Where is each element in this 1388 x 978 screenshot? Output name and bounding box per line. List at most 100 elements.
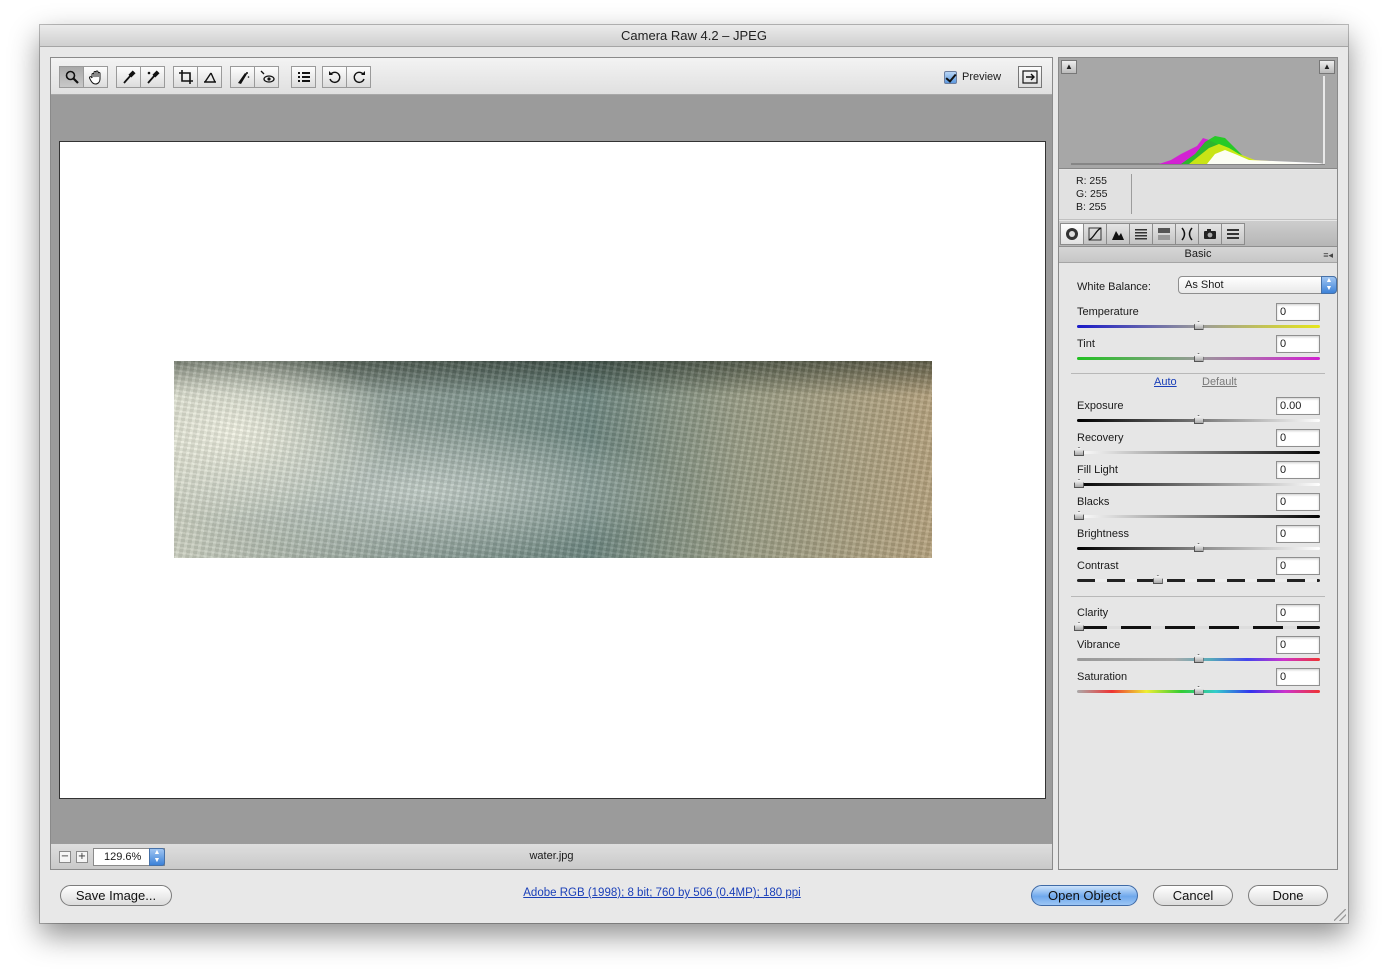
slider-track[interactable] [1077,483,1320,486]
basic-icon [1066,228,1078,240]
tab-tone-curve[interactable] [1083,223,1107,245]
slider-label: Fill Light [1077,464,1118,476]
tab-presets[interactable] [1221,223,1245,245]
slider-thumb[interactable] [1074,622,1084,631]
slider-value-field[interactable]: 0 [1276,668,1320,686]
tab-detail[interactable] [1106,223,1130,245]
divider [1071,596,1325,597]
resize-grip[interactable] [1334,909,1346,921]
preview-toggle[interactable]: Preview [944,68,1001,86]
tab-split-toning[interactable] [1152,223,1176,245]
done-button[interactable]: Done [1248,885,1328,906]
red-value: R: 255 [1076,175,1107,187]
slider-label: Saturation [1077,671,1128,683]
presets-icon [1227,229,1239,239]
rotate-right-button[interactable] [346,66,371,88]
white-balance-tool-button[interactable] [116,66,141,88]
slider-thumb[interactable] [1193,686,1204,695]
tab-lens[interactable] [1175,223,1199,245]
slider-label: Blacks [1077,496,1110,508]
slider-value-field[interactable]: 0.00 [1276,397,1320,415]
slider-value-field[interactable]: 0 [1276,429,1320,447]
retouch-icon [237,72,249,84]
slider-value-field[interactable]: 0 [1276,604,1320,622]
slider-value-field[interactable]: 0 [1276,303,1320,321]
auto-default-row: Auto Default [1059,376,1337,390]
straighten-icon [203,72,216,83]
slider-value-field[interactable]: 0 [1276,525,1320,543]
slider-track[interactable] [1077,579,1320,582]
camera-calibration-icon [1204,229,1216,239]
slider-thumb[interactable] [1074,447,1084,456]
slider-value-field[interactable]: 0 [1276,335,1320,353]
white-balance-row: White Balance: As Shot ▲ ▼ [1077,276,1337,296]
slider-thumb[interactable] [1193,543,1204,552]
image-statusbar: − + 129.6% ▲ ▼ water.jpg [51,843,1052,869]
blue-value: B: 255 [1076,201,1107,213]
slider-value-field[interactable]: 0 [1276,557,1320,575]
white-balance-icon [122,70,136,84]
slider-value-field[interactable]: 0 [1276,493,1320,511]
tab-camera-calibration[interactable] [1198,223,1222,245]
default-link[interactable]: Default [1202,376,1237,388]
slider-thumb[interactable] [1074,511,1084,520]
slider-label: Tint [1077,338,1095,350]
preferences-tool-button[interactable] [291,66,316,88]
auto-link[interactable]: Auto [1154,376,1177,388]
rotate-left-button[interactable] [322,66,347,88]
image-canvas[interactable] [59,141,1046,799]
hand-tool-button[interactable] [83,66,108,88]
retouch-tool-button[interactable] [230,66,255,88]
slider-thumb[interactable] [1193,415,1204,424]
white-balance-select[interactable]: As Shot ▲ ▼ [1178,276,1337,294]
tool-group-prefs [291,66,316,88]
slider-value-field[interactable]: 0 [1276,461,1320,479]
cancel-button[interactable]: Cancel [1153,885,1233,906]
tab-hsl[interactable] [1129,223,1153,245]
crop-tool-button[interactable] [173,66,198,88]
slider-row: Exposure 0.00 [1077,397,1320,429]
histogram-graph [1071,76,1325,165]
color-sampler-tool-button[interactable] [140,66,165,88]
slider-thumb[interactable] [1074,479,1084,488]
slider-value-field[interactable]: 0 [1276,636,1320,654]
slider-label: Exposure [1077,400,1124,412]
zoom-icon [65,70,79,84]
photo-preview[interactable] [174,361,932,558]
tool-group-sample [116,66,165,88]
slider-thumb[interactable] [1152,575,1163,584]
camera-raw-window: Camera Raw 4.2 – JPEG Preview − + 129.6%… [40,25,1348,923]
split-toning-icon [1158,228,1170,240]
zoom-tool-button[interactable] [59,66,84,88]
crop-icon [178,70,193,84]
slider-row: Brightness 0 [1077,525,1320,557]
slider-thumb[interactable] [1193,321,1204,330]
straighten-tool-button[interactable] [197,66,222,88]
image-filename: water.jpg [529,850,574,862]
tab-basic[interactable] [1060,223,1084,245]
slider-thumb[interactable] [1193,353,1204,362]
window-title: Camera Raw 4.2 – JPEG [40,25,1348,47]
slider-row: Vibrance 0 [1077,636,1320,668]
slider-row: Blacks 0 [1074,493,1320,525]
preview-checkbox[interactable] [944,70,957,84]
red-eye-tool-button[interactable] [254,66,279,88]
slider-track[interactable] [1077,626,1320,629]
panel-menu-icon[interactable]: ≡◂ [1323,248,1333,263]
slider-track[interactable] [1077,515,1320,518]
detail-icon [1112,231,1124,240]
panel-header: Basic ≡◂ [1059,247,1337,263]
readout-divider [1131,174,1132,214]
slider-label: Vibrance [1077,639,1121,651]
slider-row: Fill Light 0 [1074,461,1320,493]
slider-track[interactable] [1077,451,1320,454]
fullscreen-button[interactable] [1018,66,1042,88]
green-value: G: 255 [1076,188,1108,200]
slider-label: Temperature [1077,306,1139,318]
slider-thumb[interactable] [1193,654,1204,663]
rgb-readout: R: 255 G: 255 B: 255 [1059,170,1337,220]
panel-tabs [1059,221,1337,247]
open-object-button[interactable]: Open Object [1031,885,1138,906]
adjustments-pane: ▲ ▲ R: 255 G: 255 B: 255 Basic ≡◂ White … [1058,57,1338,870]
slider-row: Recovery 0 [1074,429,1320,461]
